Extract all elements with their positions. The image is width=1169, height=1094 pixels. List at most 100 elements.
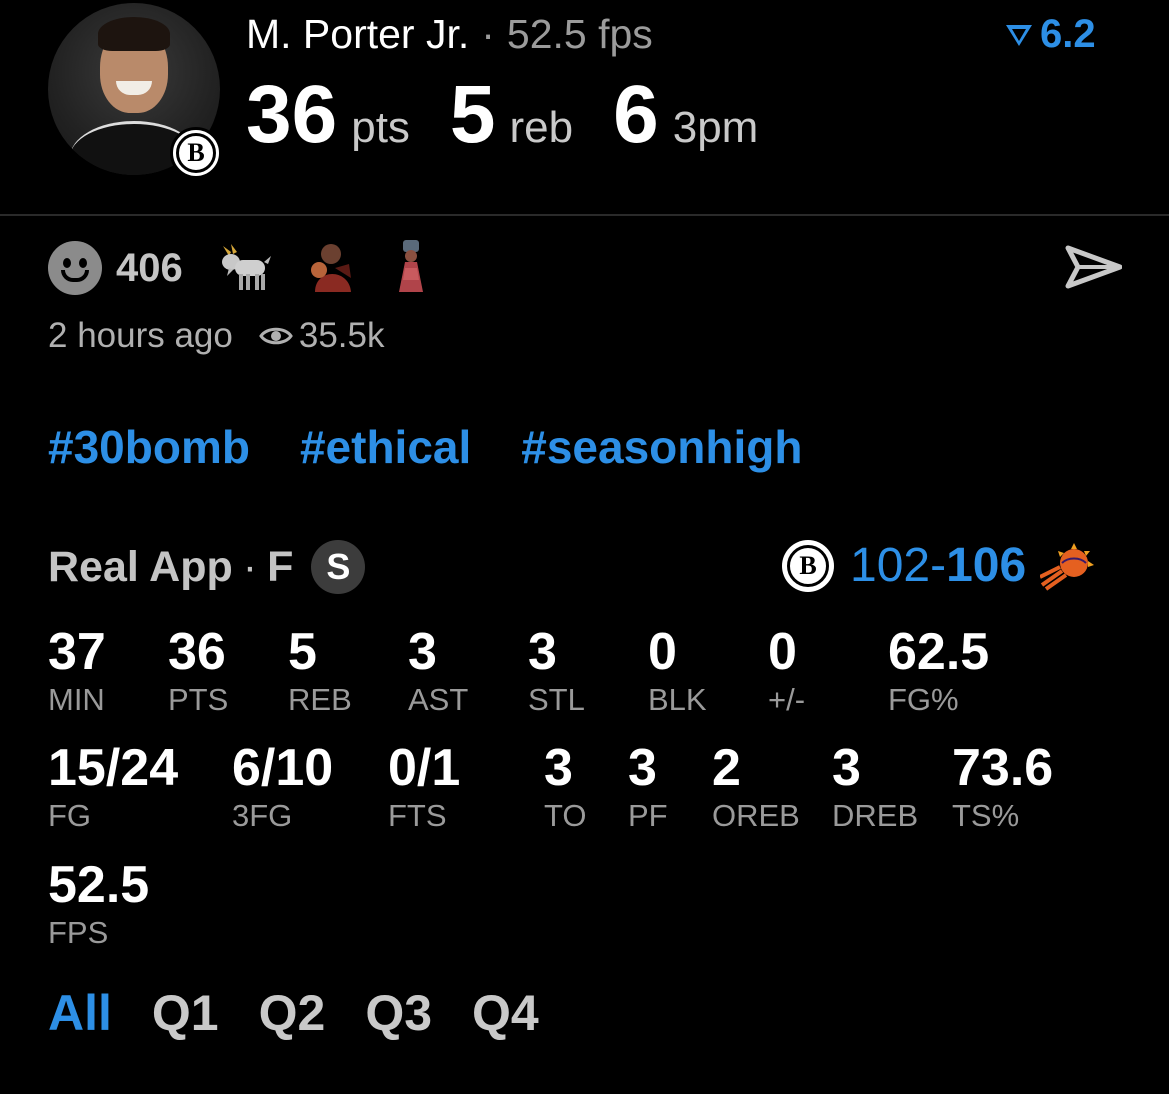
stat-value: 0/1 <box>388 739 461 797</box>
stat-offensive-rebounds: 2 OREB <box>712 738 800 834</box>
fps-text: 52.5 fps <box>506 11 653 57</box>
stat-value: 3 <box>628 739 657 797</box>
stat-turnovers: 3 TO <box>544 738 587 834</box>
header-divider <box>0 214 1169 216</box>
rating-badge[interactable]: 6.2 <box>1004 12 1096 57</box>
stat-plus-minus: 0 +/- <box>768 622 805 718</box>
stat-value: 6/10 <box>232 739 334 797</box>
tab-all[interactable]: All <box>48 984 112 1042</box>
send-icon[interactable] <box>1064 242 1123 292</box>
headline-points-value: 36 <box>246 69 338 160</box>
stat-value: 5 <box>288 623 317 681</box>
stat-value: 36 <box>168 623 226 681</box>
headline-threes-unit: 3pm <box>672 103 759 152</box>
player-header-line: M. Porter Jr. · 52.5 fps <box>246 10 653 58</box>
reaction-count: 406 <box>116 245 183 290</box>
hashtag-link[interactable]: #seasonhigh <box>521 420 802 474</box>
stat-value: 0 <box>768 623 797 681</box>
eye-icon <box>259 327 293 345</box>
team-logo-letter: B <box>176 133 216 173</box>
stat-label: +/- <box>768 682 806 717</box>
source-app-name: Real App <box>48 542 233 591</box>
stat-label: FG <box>48 798 92 833</box>
team-logo-badge: B <box>170 127 222 179</box>
stat-value: 3 <box>832 739 861 797</box>
rating-value: 6.2 <box>1040 12 1096 56</box>
quarter-tabs: All Q1 Q2 Q3 Q4 <box>48 984 539 1042</box>
stat-value: 15/24 <box>48 739 179 797</box>
rating-icon <box>1006 24 1032 46</box>
reactions-bar: 406 <box>48 238 461 299</box>
away-score: 106 <box>946 539 1027 592</box>
starter-badge: S <box>311 540 366 594</box>
stat-label: TO <box>544 798 587 833</box>
header-separator: · <box>481 11 495 57</box>
stat-value: 3 <box>528 623 557 681</box>
tab-q2[interactable]: Q2 <box>259 984 326 1042</box>
stat-assists: 3 AST <box>408 622 468 718</box>
headline-threes-value: 6 <box>613 69 659 160</box>
goat-icon[interactable] <box>219 240 275 297</box>
stat-label: PF <box>628 798 668 833</box>
stat-label: AST <box>408 682 469 717</box>
view-count: 35.5k <box>298 316 385 355</box>
post-time: 2 hours ago <box>48 316 233 355</box>
stat-steals: 3 STL <box>528 622 585 718</box>
score-text: 102-106 <box>850 538 1026 593</box>
figure-sticker-icon[interactable] <box>391 238 431 299</box>
stat-rebounds: 5 REB <box>288 622 352 718</box>
stat-minutes: 37 MIN <box>48 622 106 718</box>
stat-blocks: 0 BLK <box>648 622 707 718</box>
hashtag-list: #30bomb #ethical #seasonhigh <box>48 420 802 474</box>
stat-label: TS% <box>952 798 1020 833</box>
hashtag-link[interactable]: #30bomb <box>48 420 250 474</box>
suns-logo-icon <box>1040 542 1095 591</box>
stat-label: OREB <box>712 798 800 833</box>
headline-points-unit: pts <box>351 103 410 152</box>
tab-q4[interactable]: Q4 <box>472 984 539 1042</box>
stat-value: 3 <box>544 739 573 797</box>
nets-logo-letter: B <box>787 544 829 587</box>
stat-value: 52.5 <box>48 856 150 914</box>
stat-label: FTS <box>388 798 447 833</box>
nets-logo-icon: B <box>782 539 834 592</box>
game-score[interactable]: B 102-106 <box>782 538 1096 593</box>
stat-label: PTS <box>168 682 229 717</box>
avatar-hair <box>98 17 170 51</box>
stat-value: 0 <box>648 623 677 681</box>
smiley-reaction-icon[interactable] <box>48 241 102 295</box>
stat-points: 36 PTS <box>168 622 228 718</box>
tab-q3[interactable]: Q3 <box>365 984 432 1042</box>
stat-true-shooting: 73.6 TS% <box>952 738 1053 834</box>
player-sticker-icon[interactable] <box>305 238 361 299</box>
home-score: 102 <box>850 539 931 592</box>
player-position: F <box>267 542 294 591</box>
stat-fg-percent: 62.5 FG% <box>888 622 989 718</box>
stat-label: STL <box>528 682 585 717</box>
stat-label: MIN <box>48 682 105 717</box>
stat-value: 37 <box>48 623 106 681</box>
view-count-group: 35.5k <box>259 316 385 356</box>
stat-value: 73.6 <box>952 739 1054 797</box>
stat-value: 3 <box>408 623 437 681</box>
hashtag-link[interactable]: #ethical <box>300 420 471 474</box>
headline-rebounds-value: 5 <box>449 69 496 160</box>
stat-label: FG% <box>888 682 959 717</box>
source-separator: · <box>242 542 258 591</box>
tab-q1[interactable]: Q1 <box>152 984 219 1042</box>
stat-label: REB <box>288 682 352 717</box>
stat-value: 2 <box>712 739 741 797</box>
stat-label: DREB <box>832 798 919 833</box>
player-name[interactable]: M. Porter Jr. <box>246 11 469 57</box>
stat-free-throws: 0/1 FTS <box>388 738 460 834</box>
score-dash: - <box>930 539 947 592</box>
stat-label: FPS <box>48 915 109 950</box>
stat-fantasy-points: 52.5 FPS <box>48 855 149 951</box>
headline-stats: 36 pts 5 reb 6 3pm <box>246 70 798 160</box>
game-source-line: Real App · F S <box>48 540 366 594</box>
post-meta: 2 hours ago 35.5k <box>48 316 385 356</box>
stat-three-point-fg: 6/10 3FG <box>232 738 333 834</box>
headline-rebounds-unit: reb <box>509 103 574 152</box>
stat-label: 3FG <box>232 798 293 833</box>
stat-value: 62.5 <box>888 623 990 681</box>
